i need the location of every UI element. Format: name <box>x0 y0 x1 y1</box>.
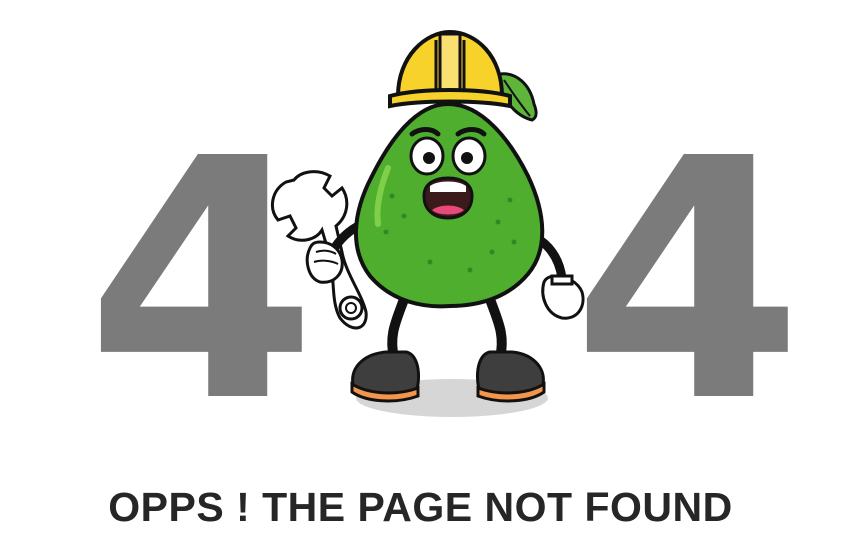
page-not-found-message: OPPS ! THE PAGE NOT FOUND <box>108 484 733 530</box>
right-arm <box>535 235 567 283</box>
left-glove <box>305 240 344 284</box>
error-page: 4 4 OPPS ! THE PAGE NOT FOUND <box>0 0 841 556</box>
right-glove <box>541 274 585 320</box>
left-shoe <box>350 350 420 403</box>
helmet-icon <box>388 29 512 109</box>
avocado-mascot-icon <box>270 29 585 417</box>
right-shoe <box>476 350 546 403</box>
